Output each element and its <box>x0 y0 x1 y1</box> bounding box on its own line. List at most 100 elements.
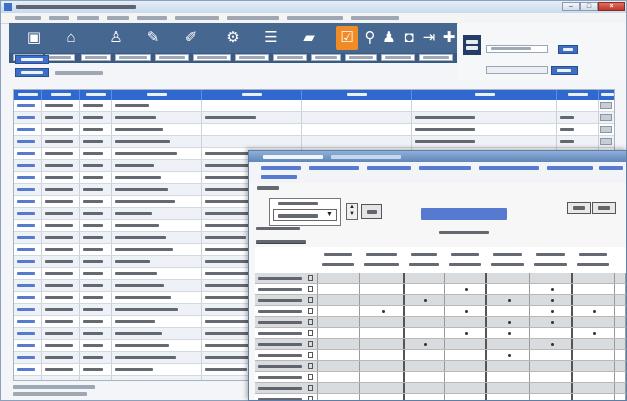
row-action-button[interactable] <box>600 138 612 145</box>
child-menu-link[interactable] <box>309 166 359 170</box>
table-cell <box>14 268 42 279</box>
grid-header-cell[interactable] <box>412 90 557 100</box>
grid-header-cell[interactable] <box>302 90 412 100</box>
table-row[interactable] <box>14 136 614 148</box>
child-menu-link[interactable] <box>367 166 411 170</box>
table-cell <box>14 244 42 255</box>
child-menu-link[interactable] <box>261 166 301 170</box>
table-cell-text <box>17 260 35 263</box>
table-cell-text <box>83 272 103 275</box>
attendance-cell <box>255 295 318 305</box>
toolbar-label <box>235 54 269 61</box>
stepper-up-icon[interactable]: ▲ <box>347 204 357 211</box>
grid-header-cell[interactable] <box>42 90 80 100</box>
attendance-row[interactable] <box>255 394 626 400</box>
attendance-row[interactable] <box>255 372 626 383</box>
attendance-row[interactable] <box>255 350 626 361</box>
attendance-row[interactable] <box>255 306 626 317</box>
menu-item[interactable] <box>351 16 399 20</box>
user-icon[interactable]: ♟ <box>378 26 400 50</box>
attendance-row[interactable] <box>255 361 626 372</box>
toolbar-label-text <box>423 56 449 59</box>
menu-item[interactable] <box>49 16 69 20</box>
monitor-icon[interactable]: ▣ <box>23 26 45 50</box>
toolbar-label-text <box>349 56 373 59</box>
walk-icon[interactable]: ♙ <box>105 26 127 50</box>
grid-header-cell[interactable] <box>112 90 202 100</box>
table-row[interactable] <box>14 100 614 112</box>
table-cell <box>42 184 80 195</box>
child-menu-link[interactable] <box>547 166 593 170</box>
filter-button[interactable] <box>15 55 49 64</box>
table-cell-text <box>115 368 153 371</box>
attendance-cell <box>573 317 615 327</box>
attendance-row[interactable] <box>255 273 626 284</box>
attendance-cell <box>318 350 360 360</box>
print-button[interactable] <box>567 202 591 214</box>
attendance-header-sublabel <box>409 263 439 266</box>
menu-item[interactable] <box>227 16 279 20</box>
table-cell-text <box>83 284 103 287</box>
table-cell <box>412 124 557 135</box>
home-icon[interactable]: ⌂ <box>60 26 82 50</box>
month-stepper[interactable]: ▲ ▼ <box>346 203 358 220</box>
toolbar-label-text <box>315 56 337 59</box>
row-action-button[interactable] <box>600 102 612 109</box>
plus-icon[interactable]: ✚ <box>438 26 460 50</box>
date-to-input[interactable] <box>486 66 548 74</box>
table-cell <box>302 136 412 147</box>
settings-icon[interactable]: ☑ <box>336 26 358 50</box>
export-icon[interactable]: ⇥ <box>418 26 440 50</box>
child-menu-link[interactable] <box>261 175 297 179</box>
display-button[interactable] <box>361 204 382 219</box>
row-action-button[interactable] <box>600 126 612 133</box>
table-cell-text <box>205 236 246 239</box>
search-button[interactable] <box>558 45 578 54</box>
period-label <box>278 202 318 205</box>
grid-header-cell[interactable] <box>14 90 42 100</box>
row-action-button[interactable] <box>600 114 612 121</box>
report-button[interactable] <box>15 68 49 77</box>
truck-icon[interactable]: ▰ <box>298 26 320 50</box>
help-menu-item[interactable] <box>257 186 279 190</box>
grid-header-cell[interactable] <box>599 90 614 100</box>
car-icon[interactable]: ◘ <box>398 26 420 50</box>
child-menu-link[interactable] <box>599 166 623 170</box>
clear-button[interactable] <box>551 66 578 75</box>
grid-header-cell[interactable] <box>557 90 599 100</box>
table-row[interactable] <box>14 124 614 136</box>
child-menu-link[interactable] <box>419 166 471 170</box>
table-cell <box>302 112 412 123</box>
menu-item[interactable] <box>15 16 41 20</box>
table-cell <box>42 268 80 279</box>
brush-icon[interactable]: ✐ <box>180 26 202 50</box>
month-dropdown[interactable]: ▼ <box>273 209 337 221</box>
menu-item[interactable] <box>77 16 99 20</box>
table-cell-text <box>17 332 35 335</box>
pen-icon[interactable]: ✎ <box>142 26 164 50</box>
table-row[interactable] <box>14 112 614 124</box>
attendance-cell <box>318 317 360 327</box>
close-child-button[interactable] <box>592 202 616 214</box>
maximize-button[interactable]: □ <box>580 2 598 11</box>
attendance-row[interactable] <box>255 339 626 350</box>
list-icon[interactable]: ☰ <box>260 26 282 50</box>
attendance-row[interactable] <box>255 295 626 306</box>
attendance-row[interactable] <box>255 328 626 339</box>
grid-header-cell[interactable] <box>202 90 302 100</box>
gear-icon[interactable]: ⚙ <box>222 26 244 50</box>
menu-item[interactable] <box>107 16 129 20</box>
grid-header-cell[interactable] <box>80 90 112 100</box>
attendance-row[interactable] <box>255 317 626 328</box>
close-button[interactable]: × <box>598 2 625 11</box>
attendance-row[interactable] <box>255 284 626 295</box>
attendance-row[interactable] <box>255 383 626 394</box>
minimize-button[interactable]: – <box>562 2 580 11</box>
stepper-down-icon[interactable]: ▼ <box>347 211 357 218</box>
attendance-cell <box>530 273 573 283</box>
menu-item[interactable] <box>137 16 167 20</box>
menu-item[interactable] <box>287 16 343 20</box>
date-from-input[interactable] <box>486 45 548 53</box>
child-menu-link[interactable] <box>479 166 539 170</box>
menu-item[interactable] <box>175 16 219 20</box>
